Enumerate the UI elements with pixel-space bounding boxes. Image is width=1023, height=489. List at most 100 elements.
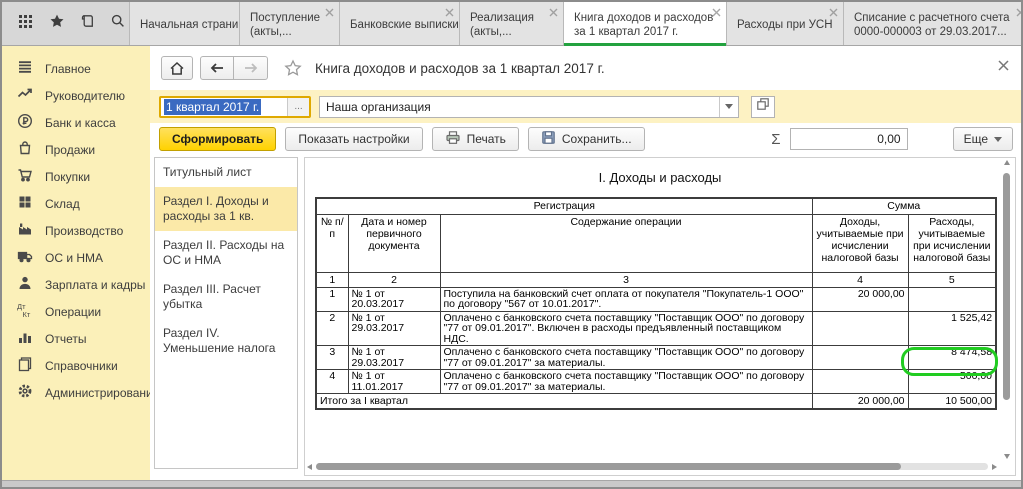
organization-combo[interactable]: Наша организация bbox=[319, 96, 739, 118]
cell-content: Оплачено с банковского счета поставщику … bbox=[440, 311, 812, 346]
sidebar-item-main[interactable]: Главное bbox=[2, 55, 150, 82]
chevron-down-icon bbox=[994, 137, 1002, 142]
history-scroll-icon bbox=[79, 13, 95, 34]
section-4-tax-reduction[interactable]: Раздел IV. Уменьшение налога bbox=[155, 319, 297, 363]
sidebar-item-bank-cash[interactable]: Банк и касса bbox=[2, 109, 150, 136]
cell-doc: № 1 от 29.03.2017 bbox=[348, 346, 440, 370]
tab-label: Книга доходов и расходов bbox=[574, 11, 706, 25]
kudir-table-wrap: Регистрация Сумма № п/п Дата и номер пер… bbox=[315, 197, 995, 410]
tab-receipts[interactable]: Поступление (акты,... bbox=[239, 2, 339, 45]
show-settings-button[interactable]: Показать настройки bbox=[285, 127, 422, 151]
cell-expense-highlighted: 500,00 bbox=[908, 370, 996, 394]
table-row[interactable]: 3 № 1 от 29.03.2017 Оплачено с банковско… bbox=[316, 346, 996, 370]
period-picker-button[interactable]: ... bbox=[287, 98, 309, 116]
sidebar-item-payroll[interactable]: Зарплата и кадры bbox=[2, 271, 150, 298]
organization-value: Наша организация bbox=[320, 100, 719, 114]
colnum-1: 1 bbox=[316, 272, 348, 287]
bag-icon bbox=[17, 140, 33, 159]
scroll-left-icon[interactable] bbox=[307, 464, 312, 470]
close-form-icon[interactable] bbox=[998, 58, 1009, 76]
hscroll-thumb[interactable] bbox=[316, 463, 901, 470]
tab-home[interactable]: Начальная страница bbox=[129, 2, 239, 45]
sidebar-item-directories[interactable]: Справочники bbox=[2, 352, 150, 379]
search-button[interactable] bbox=[107, 13, 129, 35]
action-row: Сформировать Показать настройки Печать С… bbox=[150, 123, 1021, 155]
menu-icon bbox=[17, 59, 33, 78]
horizontal-scrollbar[interactable] bbox=[307, 460, 997, 473]
section-label: Раздел I. Доходы и расходы за 1 кв. bbox=[163, 194, 269, 223]
more-button[interactable]: Еще bbox=[953, 127, 1013, 151]
section-title-page[interactable]: Титульный лист bbox=[155, 158, 297, 187]
table-row[interactable]: 1 № 1 от 20.03.2017 Поступила на банковс… bbox=[316, 287, 996, 311]
printer-icon bbox=[445, 130, 461, 148]
sidebar-item-administration[interactable]: Администрирование bbox=[2, 379, 150, 406]
sidebar-item-sales[interactable]: Продажи bbox=[2, 136, 150, 163]
chevron-down-icon[interactable] bbox=[719, 97, 738, 117]
sidebar-item-reports[interactable]: Отчеты bbox=[2, 325, 150, 352]
tab-usn-expenses[interactable]: Расходы при УСН bbox=[726, 2, 843, 45]
total-label: Итого за I квартал bbox=[316, 394, 812, 410]
show-settings-label: Показать настройки bbox=[298, 132, 409, 146]
close-icon[interactable] bbox=[1016, 7, 1023, 16]
colnum-5: 5 bbox=[908, 272, 996, 287]
tab-label: Начальная страница bbox=[140, 18, 219, 32]
generate-button[interactable]: Сформировать bbox=[159, 127, 276, 151]
close-icon[interactable] bbox=[829, 7, 838, 16]
tab-writeoff[interactable]: Списание с расчетного счета 0000-000003 … bbox=[843, 2, 1023, 45]
sidebar-item-label: Администрирование bbox=[45, 386, 159, 400]
open-organization-button[interactable] bbox=[751, 96, 775, 118]
main-menu-button[interactable] bbox=[15, 13, 37, 35]
total-expense: 10 500,00 bbox=[908, 394, 996, 410]
section-label: Раздел IV. Уменьшение налога bbox=[163, 326, 275, 355]
sidebar-item-fixed-assets[interactable]: ОС и НМА bbox=[2, 244, 150, 271]
tab-sales[interactable]: Реализация (акты,... bbox=[459, 2, 563, 45]
sidebar-item-warehouse[interactable]: Склад bbox=[2, 190, 150, 217]
sum-field[interactable] bbox=[790, 128, 908, 150]
favorite-star-button[interactable] bbox=[284, 59, 302, 77]
page-title: Книга доходов и расходов за 1 квартал 20… bbox=[315, 61, 605, 76]
table-row[interactable]: 2 № 1 от 29.03.2017 Оплачено с банковско… bbox=[316, 311, 996, 346]
hscroll-track[interactable] bbox=[316, 463, 988, 470]
sidebar-item-purchases[interactable]: Покупки bbox=[2, 163, 150, 190]
report-header: Книга доходов и расходов за 1 квартал 20… bbox=[150, 46, 1021, 90]
vertical-scrollbar[interactable] bbox=[1000, 160, 1013, 459]
history-button[interactable] bbox=[77, 13, 99, 35]
favorites-button[interactable] bbox=[46, 13, 68, 35]
sidebar-item-label: Склад bbox=[45, 197, 80, 211]
cell-content: Оплачено с банковского счета поставщику … bbox=[440, 346, 812, 370]
tab-kudir-active[interactable]: Книга доходов и расходов за 1 квартал 20… bbox=[563, 2, 726, 45]
close-icon[interactable] bbox=[325, 7, 334, 16]
scroll-right-icon[interactable] bbox=[992, 464, 997, 470]
sidebar-item-label: Покупки bbox=[45, 170, 90, 184]
forward-button[interactable] bbox=[234, 56, 268, 80]
scroll-up-icon[interactable] bbox=[1004, 160, 1010, 165]
sidebar-item-label: Производство bbox=[45, 224, 123, 238]
section-label: Раздел II. Расходы на ОС и НМА bbox=[163, 238, 284, 267]
scroll-down-icon[interactable] bbox=[1004, 454, 1010, 459]
vscroll-thumb[interactable] bbox=[1003, 173, 1010, 400]
sidebar-item-manager[interactable]: Руководителю bbox=[2, 82, 150, 109]
column-number-row: 1 2 3 4 5 bbox=[316, 272, 996, 287]
print-button[interactable]: Печать bbox=[432, 127, 519, 151]
group-registration: Регистрация bbox=[316, 198, 812, 214]
tab-label: (акты,... bbox=[250, 25, 319, 39]
tab-label: Реализация bbox=[470, 11, 543, 25]
back-button[interactable] bbox=[200, 56, 234, 80]
sidebar-item-operations[interactable]: ДтКт Операции bbox=[2, 298, 150, 325]
period-input[interactable]: 1 квартал 2017 г. bbox=[161, 98, 287, 116]
tab-bar: Начальная страница Поступление (акты,...… bbox=[129, 2, 1023, 45]
section-2-os-nma[interactable]: Раздел II. Расходы на ОС и НМА bbox=[155, 231, 297, 275]
sidebar-item-production[interactable]: Производство bbox=[2, 217, 150, 244]
app-window: Начальная страница Поступление (акты,...… bbox=[0, 0, 1023, 489]
close-icon[interactable] bbox=[445, 7, 454, 16]
section-3-loss[interactable]: Раздел III. Расчет убытка bbox=[155, 275, 297, 319]
section-1-income-expenses[interactable]: Раздел I. Доходы и расходы за 1 кв. bbox=[155, 187, 297, 231]
close-icon[interactable] bbox=[549, 7, 558, 16]
tab-bank-statements[interactable]: Банковские выписки bbox=[339, 2, 459, 45]
save-button[interactable]: Сохранить... bbox=[528, 127, 645, 151]
generate-label: Сформировать bbox=[172, 132, 263, 146]
table-row[interactable]: 4 № 1 от 11.01.2017 Оплачено с банковско… bbox=[316, 370, 996, 394]
gear-icon bbox=[17, 383, 33, 402]
home-button[interactable] bbox=[161, 56, 193, 80]
close-icon[interactable] bbox=[712, 7, 721, 16]
